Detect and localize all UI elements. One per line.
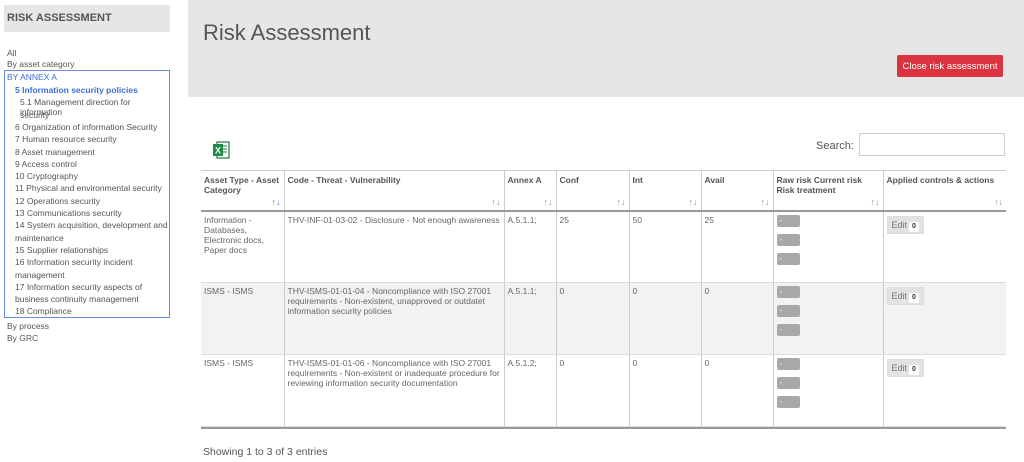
table-bottom-rule <box>201 427 1006 429</box>
search-input[interactable] <box>859 133 1005 156</box>
table-row: ISMS - ISMS THV-ISMS-01-01-06 - Noncompli… <box>201 354 1006 427</box>
table-row: Information - Databases, Electronic docs… <box>201 210 1006 283</box>
annex-item[interactable]: 8 Asset management <box>15 147 95 157</box>
sidebar-item-all[interactable]: All <box>7 48 16 58</box>
risk-level-badge[interactable]: - <box>776 305 800 317</box>
page-title: Risk Assessment <box>203 20 371 45</box>
int-cell: 0 <box>629 354 702 427</box>
controls-cell: Edit 0 <box>883 210 1006 283</box>
int-cell: 50 <box>629 210 702 283</box>
edit-label: Edit <box>891 363 908 373</box>
column-header-controls[interactable]: Applied controls & actions ↑↓ <box>883 170 1006 212</box>
risk-level-badge[interactable]: - <box>776 233 800 246</box>
risk-cell: - - - <box>773 354 884 427</box>
annex-item[interactable]: 7 Human resource security <box>15 134 117 144</box>
annex-item[interactable]: management <box>15 270 65 280</box>
sort-icon: ↑↓ <box>543 196 553 207</box>
sort-icon: ↑↓ <box>760 196 770 207</box>
annex-item[interactable]: 15 Supplier relationships <box>15 245 108 255</box>
svg-text:X: X <box>215 146 221 156</box>
controls-count-badge: 0 <box>909 365 919 375</box>
conf-cell: 0 <box>556 282 630 355</box>
column-header-int[interactable]: Int ↑↓ <box>629 170 702 212</box>
controls-count-badge: 0 <box>909 221 919 232</box>
annex-item[interactable]: maintenance <box>15 233 64 243</box>
annex-item[interactable]: 11 Physical and environmental security <box>15 183 162 193</box>
sidebar: RISK ASSESSMENT All By asset category BY… <box>0 0 172 462</box>
risk-level-badge[interactable]: - <box>776 252 800 265</box>
sort-icon: ↑↓ <box>491 196 501 207</box>
controls-cell: Edit 0 <box>883 282 1006 355</box>
annex-item[interactable]: 5 Information security policies <box>15 85 138 95</box>
code-cell: THV-INF-01-03-02 - Disclosure - Not enou… <box>284 210 505 283</box>
avail-cell: 0 <box>701 354 774 427</box>
risk-level-badge[interactable]: - <box>776 358 800 370</box>
annex-item[interactable]: 10 Cryptography <box>15 171 78 181</box>
avail-cell: 25 <box>701 210 774 283</box>
code-cell: THV-ISMS-01-01-04 - Noncompliance with I… <box>284 282 505 355</box>
sidebar-item-by-asset-category[interactable]: By asset category <box>7 59 75 69</box>
edit-controls-button[interactable]: Edit 0 <box>886 215 924 234</box>
close-risk-assessment-button[interactable]: Close risk assessment <box>897 55 1003 77</box>
sort-icon: ↑↓ <box>870 196 880 207</box>
sort-icon: ↑↓ <box>994 196 1003 207</box>
edit-label: Edit <box>891 291 908 301</box>
asset-cell: ISMS - ISMS <box>201 354 285 427</box>
column-header-code[interactable]: Code - Threat - Vulnerability ↑↓ <box>284 170 505 212</box>
risk-cell: - - - <box>773 210 884 283</box>
sort-icon: ↑↓ <box>616 196 626 207</box>
edit-controls-button[interactable]: Edit 0 <box>886 287 924 305</box>
risk-level-badge[interactable]: - <box>776 396 800 408</box>
sidebar-item-by-annex-a[interactable]: BY ANNEX A <box>7 72 57 82</box>
annex-item[interactable]: 12 Operations security <box>15 196 100 206</box>
risk-table: Asset Type - Asset Category ↑↓ Code - Thr… <box>201 170 1006 427</box>
risk-level-badge[interactable]: - <box>776 377 800 389</box>
annex-item[interactable]: 17 Information security aspects of <box>15 282 142 292</box>
controls-cell: Edit 0 <box>883 354 1006 427</box>
annex-cell: A.5.1.1; <box>504 210 557 283</box>
edit-label: Edit <box>891 219 908 230</box>
excel-export-icon[interactable]: X <box>211 140 231 160</box>
annex-item[interactable]: 6 Organization of information Security <box>15 122 157 132</box>
annex-item[interactable]: 16 Information security incident <box>15 257 133 267</box>
sidebar-item-by-process[interactable]: By process <box>7 321 49 331</box>
search-label: Search: <box>816 140 854 152</box>
risk-cell: - - - <box>773 282 884 355</box>
table-row: ISMS - ISMS THV-ISMS-01-01-04 - Noncompli… <box>201 282 1006 355</box>
column-header-asset[interactable]: Asset Type - Asset Category ↑↓ <box>201 170 285 212</box>
column-header-annex[interactable]: Annex A ↑↓ <box>504 170 557 212</box>
edit-controls-button[interactable]: Edit 0 <box>886 359 924 377</box>
sort-icon: ↑↓ <box>271 196 281 207</box>
annex-item[interactable]: security <box>20 110 49 120</box>
sidebar-item-by-grc[interactable]: By GRC <box>7 333 38 343</box>
column-header-avail[interactable]: Avail ↑↓ <box>701 170 774 212</box>
sort-icon: ↑↓ <box>688 196 698 207</box>
table-info: Showing 1 to 3 of 3 entries <box>203 446 328 458</box>
annex-cell: A.5.1.2; <box>504 354 557 427</box>
column-header-conf[interactable]: Conf ↑↓ <box>556 170 630 212</box>
annex-item[interactable]: 9 Access control <box>15 159 77 169</box>
code-cell: THV-ISMS-01-01-06 - Noncompliance with I… <box>284 354 505 427</box>
risk-level-badge[interactable]: - <box>776 324 800 336</box>
asset-cell: Information - Databases, Electronic docs… <box>201 210 285 283</box>
avail-cell: 0 <box>701 282 774 355</box>
conf-cell: 0 <box>556 354 630 427</box>
annex-cell: A.5.1.1; <box>504 282 557 355</box>
column-header-risk[interactable]: Raw risk Current risk Risk treatment ↑↓ <box>773 170 884 212</box>
annex-item[interactable]: business continuity management <box>15 294 139 304</box>
controls-count-badge: 0 <box>909 293 919 303</box>
annex-item[interactable]: 13 Communications security <box>15 208 122 218</box>
conf-cell: 25 <box>556 210 630 283</box>
risk-level-badge[interactable]: - <box>776 286 800 298</box>
int-cell: 0 <box>629 282 702 355</box>
page-header: Risk Assessment Close risk assessment <box>188 0 1024 97</box>
annex-item[interactable]: 14 System acquisition, development and <box>15 220 168 230</box>
annex-item[interactable]: 18 Compliance <box>15 306 72 316</box>
asset-cell: ISMS - ISMS <box>201 282 285 355</box>
sidebar-title: RISK ASSESSMENT <box>4 5 170 32</box>
risk-level-badge[interactable]: - <box>776 214 800 227</box>
